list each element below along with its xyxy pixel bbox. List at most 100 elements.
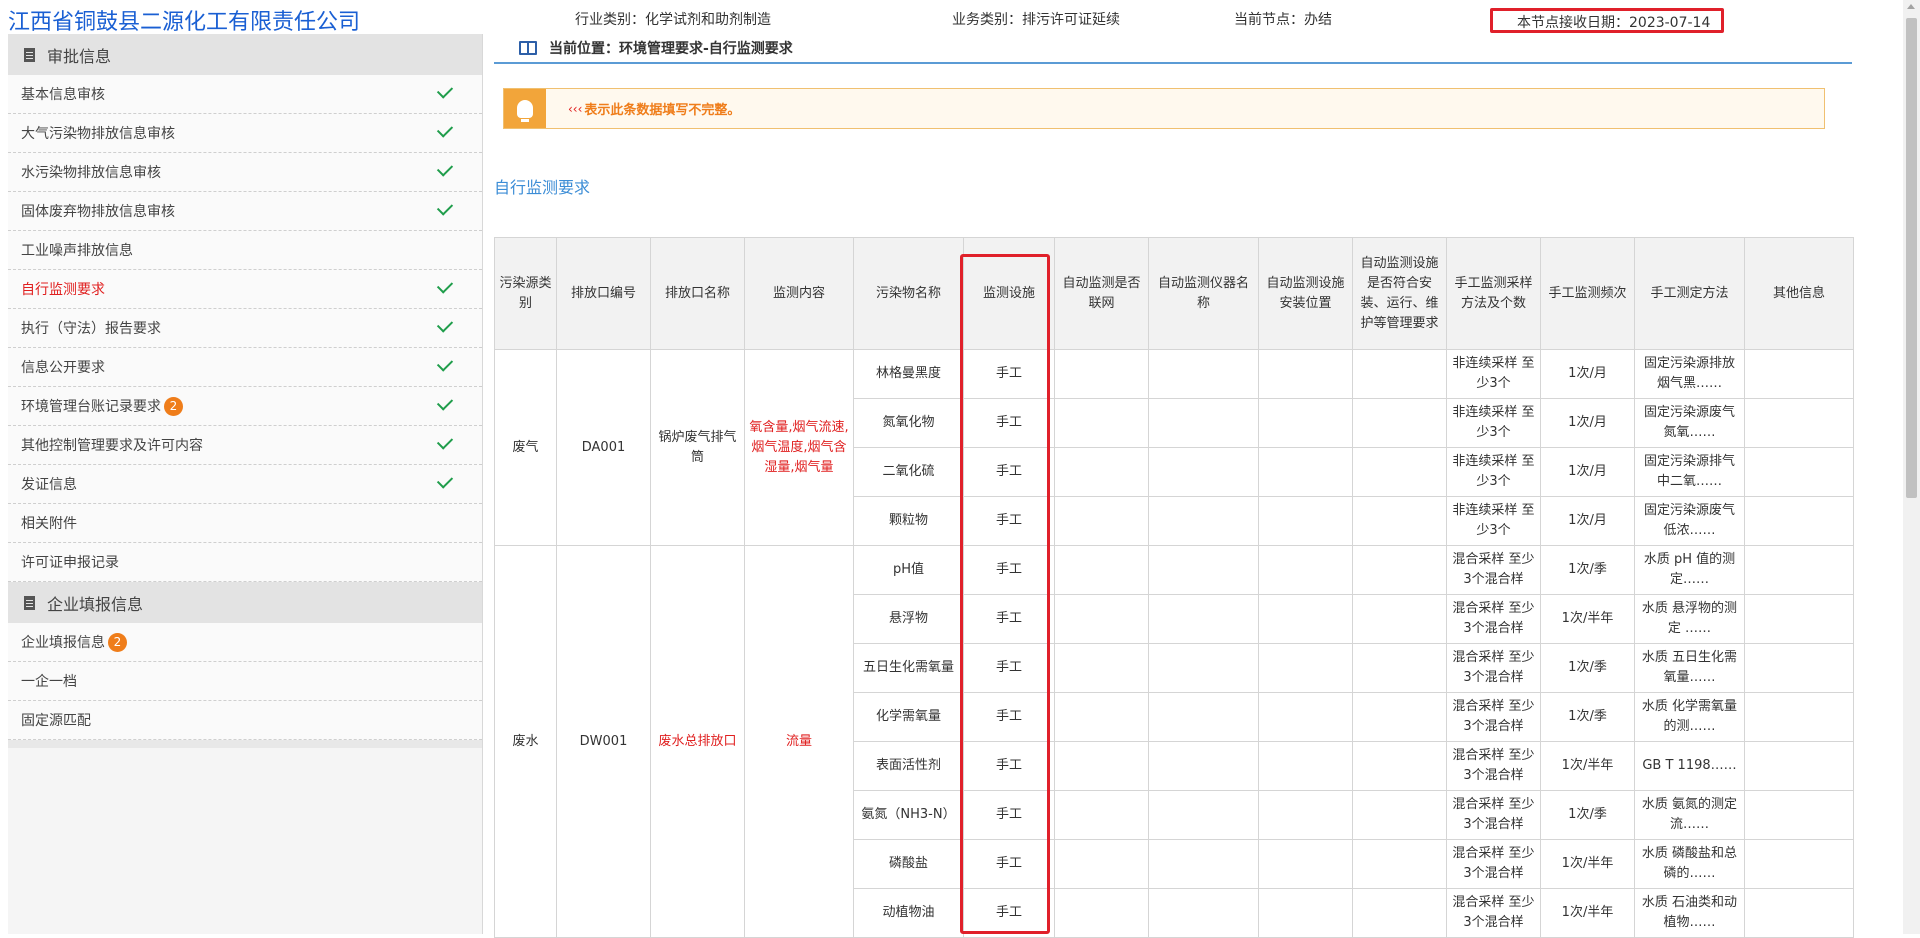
manual-sampling-cell: 混合采样 至少3个混合样	[1446, 790, 1541, 840]
auto-monitor-instrument-cell	[1148, 496, 1259, 546]
pollutant-name-cell: 林格曼黑度	[853, 349, 964, 399]
monitoring-facility-cell: 手工	[963, 888, 1055, 938]
other-info-cell	[1744, 349, 1854, 399]
auto-monitor-location-cell	[1258, 545, 1353, 595]
pollution-source-category-cell: 废水	[494, 545, 557, 938]
scroll-up-arrow-icon[interactable]	[1907, 4, 1915, 9]
manual-method-cell: 固定污染源废气 氮氧……	[1634, 398, 1745, 448]
other-info-cell	[1744, 398, 1854, 448]
sidebar-item[interactable]: 信息公开要求	[8, 348, 482, 387]
monitoring-facility-cell: 手工	[963, 643, 1055, 693]
auto-monitor-networked-cell	[1054, 545, 1149, 595]
manual-frequency-cell: 1次/季	[1540, 692, 1635, 742]
manual-frequency-cell: 1次/季	[1540, 790, 1635, 840]
auto-monitor-location-cell	[1258, 888, 1353, 938]
sidebar-item[interactable]: 其他控制管理要求及许可内容	[8, 426, 482, 465]
auto-monitor-location-cell	[1258, 790, 1353, 840]
count-badge: 2	[164, 396, 183, 416]
pollutant-name-cell: 动植物油	[853, 888, 964, 938]
other-info-cell	[1744, 888, 1854, 938]
sidebar-item[interactable]: 相关附件	[8, 504, 482, 543]
column-header: 监测内容	[744, 237, 854, 350]
sidebar-item[interactable]: 自行监测要求	[8, 270, 482, 309]
scrollbar-thumb[interactable]	[1906, 18, 1917, 498]
checkmark-icon	[436, 355, 454, 372]
auto-monitor-networked-cell	[1054, 741, 1149, 791]
business-category: 业务类别：排污许可证延续	[952, 12, 1120, 28]
auto-monitor-compliance-cell	[1352, 496, 1447, 546]
sidebar-item[interactable]: 固体废弃物排放信息审核	[8, 192, 482, 231]
other-info-cell	[1744, 545, 1854, 595]
sidebar-item[interactable]: 企业填报信息 2	[8, 623, 482, 662]
pollutant-name-cell: 二氧化硫	[853, 447, 964, 497]
sidebar-item[interactable]: 基本信息审核	[8, 75, 482, 114]
incomplete-notice: ‹‹‹ 表示此条数据填写不完整。	[503, 88, 1825, 129]
auto-monitor-networked-cell	[1054, 839, 1149, 889]
manual-frequency-cell: 1次/季	[1540, 643, 1635, 693]
sidebar-item[interactable]: 发证信息	[8, 465, 482, 504]
monitoring-facility-cell: 手工	[963, 692, 1055, 742]
auto-monitor-location-cell	[1258, 839, 1353, 889]
manual-frequency-cell: 1次/季	[1540, 545, 1635, 595]
monitoring-facility-cell: 手工	[963, 790, 1055, 840]
sidebar-item[interactable]: 执行（守法）报告要求	[8, 309, 482, 348]
manual-frequency-cell: 1次/月	[1540, 398, 1635, 448]
top-header: 江西省铜鼓县二源化工有限责任公司 行业类别：化学试剂和助剂制造 业务类别：排污许…	[0, 0, 1920, 36]
pollutant-name-cell: 化学需氧量	[853, 692, 964, 742]
monitor-content-cell: 氧含量,烟气流速,烟气温度,烟气含湿量,烟气量	[744, 349, 854, 546]
manual-method-cell: 水质 pH 值的测定……	[1634, 545, 1745, 595]
auto-monitor-compliance-cell	[1352, 349, 1447, 399]
table-row: 废气 DA001 锅炉废气排气筒 氧含量,烟气流速,烟气温度,烟气含湿量,烟气量 林格曼…	[494, 349, 1854, 546]
sidebar-item[interactable]: 大气污染物排放信息审核	[8, 114, 482, 153]
vertical-scrollbar[interactable]	[1903, 0, 1920, 934]
sidebar-item[interactable]: 一企一档	[8, 662, 482, 701]
column-header: 手工监测采样方法及个数	[1446, 237, 1541, 350]
auto-monitor-instrument-cell	[1148, 692, 1259, 742]
manual-frequency-cell: 1次/半年	[1540, 594, 1635, 644]
monitor-content-cell: 流量	[744, 545, 854, 938]
auto-monitor-instrument-cell	[1148, 545, 1259, 595]
auto-monitor-location-cell	[1258, 496, 1353, 546]
sidebar-item[interactable]: 环境管理台账记录要求 2	[8, 387, 482, 426]
monitoring-facility-cell: 手工	[963, 349, 1055, 399]
column-header: 手工测定方法	[1634, 237, 1745, 350]
auto-monitor-location-cell	[1258, 398, 1353, 448]
pollutant-name-cell: pH值	[853, 545, 964, 595]
document-icon	[24, 595, 35, 610]
monitoring-facility-cell: 手工	[963, 496, 1055, 546]
sidebar-item-label: 其他控制管理要求及许可内容	[21, 438, 203, 454]
auto-monitor-location-cell	[1258, 741, 1353, 791]
sidebar-item[interactable]: 固定源匹配	[8, 701, 482, 740]
monitoring-facility-cell: 手工	[963, 741, 1055, 791]
sidebar-item-label: 许可证申报记录	[21, 555, 119, 571]
manual-sampling-cell: 混合采样 至少3个混合样	[1446, 839, 1541, 889]
sidebar-item[interactable]: 许可证申报记录	[8, 543, 482, 582]
sidebar-item-label: 发证信息	[21, 477, 77, 493]
sidebar-section-header[interactable]: 审批信息	[8, 34, 482, 75]
column-header: 排放口编号	[556, 237, 651, 350]
auto-monitor-compliance-cell	[1352, 545, 1447, 595]
manual-frequency-cell: 1次/半年	[1540, 839, 1635, 889]
pollutant-name-cell: 氮氧化物	[853, 398, 964, 448]
pollutant-name-cell: 氨氮（NH3-N）	[853, 790, 964, 840]
sidebar-item[interactable]: 工业噪声排放信息	[8, 231, 482, 270]
auto-monitor-location-cell	[1258, 643, 1353, 693]
manual-sampling-cell: 混合采样 至少3个混合样	[1446, 594, 1541, 644]
sidebar-item[interactable]: 水污染物排放信息审核	[8, 153, 482, 192]
sidebar-section-title: 审批信息	[47, 46, 112, 66]
pollutant-name-cell: 五日生化需氧量	[853, 643, 964, 693]
auto-monitor-location-cell	[1258, 692, 1353, 742]
breadcrumb-text: 当前位置：环境管理要求-自行监测要求	[549, 41, 793, 57]
manual-frequency-cell: 1次/月	[1540, 447, 1635, 497]
manual-sampling-cell: 非连续采样 至少3个	[1446, 496, 1541, 546]
column-header: 自动监测设施是否符合安装、运行、维护等管理要求	[1352, 237, 1447, 350]
checkmark-icon	[436, 316, 454, 333]
manual-frequency-cell: 1次/半年	[1540, 741, 1635, 791]
manual-method-cell: GB T 1198……	[1634, 741, 1745, 791]
notice-text: 表示此条数据填写不完整。	[584, 103, 741, 118]
auto-monitor-instrument-cell	[1148, 741, 1259, 791]
sidebar-section-header[interactable]: 企业填报信息	[8, 582, 482, 623]
checkmark-icon	[436, 394, 454, 411]
manual-method-cell: 固定污染源排放 烟气黑……	[1634, 349, 1745, 399]
manual-sampling-cell: 混合采样 至少3个混合样	[1446, 692, 1541, 742]
